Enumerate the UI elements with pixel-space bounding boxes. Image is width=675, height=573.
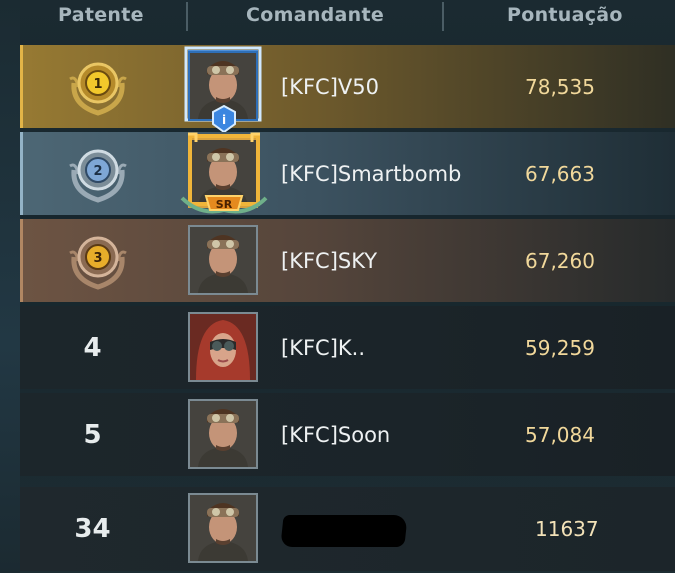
score-value: 57,084: [525, 422, 595, 447]
svg-text:i: i: [222, 113, 226, 127]
svg-text:3: 3: [93, 251, 102, 266]
commander-name: [KFC]SKY: [281, 248, 378, 273]
leaderboard-row-3[interactable]: 3 [KFC]SKY 67,260: [20, 219, 675, 302]
score-value: 11637: [535, 516, 599, 541]
score-value: 67,260: [525, 248, 595, 273]
rank-number: 5: [83, 419, 102, 450]
my-rank-row[interactable]: 34 11637: [20, 487, 675, 571]
score-value: 59,259: [525, 335, 595, 360]
header-divider: [186, 2, 188, 31]
row-accent: [20, 219, 23, 302]
commander-name: [KFC]V50: [281, 74, 379, 99]
score-value: 78,535: [525, 74, 595, 99]
bronze-medal-icon: 3: [69, 236, 127, 290]
avatar-frame-gold: SR: [180, 132, 268, 214]
rank-number: 34: [74, 513, 111, 544]
leaderboard-row-5[interactable]: 5 [KFC]Soon 57,084: [20, 393, 675, 476]
leaderboard-header: Patente Comandante Pontuação: [0, 0, 675, 34]
background: [0, 0, 20, 573]
avatar[interactable]: [188, 225, 258, 295]
commander-name: [KFC]Soon: [281, 422, 391, 447]
svg-text:SR: SR: [216, 198, 233, 211]
column-header-rank: Patente: [58, 4, 144, 26]
leaderboard-row-2[interactable]: 2 SR [KFC]Smartbomb 67,663: [20, 132, 675, 215]
score-value: 67,663: [525, 161, 595, 186]
leaderboard-row-1[interactable]: 1 i [KFC]V50 78,535: [20, 45, 675, 133]
svg-text:1: 1: [93, 77, 102, 92]
gold-medal-icon: 1: [69, 62, 127, 116]
avatar[interactable]: [188, 399, 258, 469]
rank-number: 4: [83, 332, 102, 363]
row-accent: [20, 132, 23, 215]
row-accent: [20, 45, 23, 128]
silver-medal-icon: 2: [69, 149, 127, 203]
header-divider: [442, 2, 444, 31]
commander-name: [KFC]K..: [281, 335, 366, 360]
redacted-name: [280, 515, 408, 547]
avatar[interactable]: [188, 312, 258, 382]
avatar[interactable]: [188, 493, 258, 563]
commander-name: [KFC]Smartbomb: [281, 161, 462, 186]
column-header-score: Pontuação: [507, 4, 623, 26]
leaderboard-row-4[interactable]: 4 [KFC]K.. 59,259: [20, 306, 675, 389]
column-header-commander: Comandante: [246, 4, 385, 26]
svg-text:2: 2: [93, 164, 102, 179]
